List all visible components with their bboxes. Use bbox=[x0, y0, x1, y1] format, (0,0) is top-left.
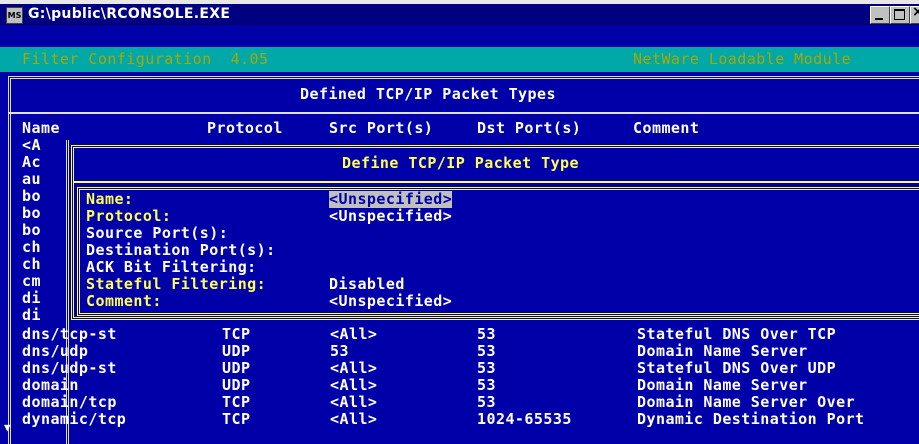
table-row-src[interactable]: 53 bbox=[330, 343, 349, 360]
col-comment-header[interactable]: Comment bbox=[633, 120, 699, 137]
table-row-name[interactable]: dns/tcp-st bbox=[22, 326, 117, 343]
table-row-src[interactable]: <All> bbox=[330, 377, 377, 394]
col-protocol-header[interactable]: Protocol bbox=[207, 120, 283, 137]
ms-dos-icon: MS bbox=[6, 7, 23, 24]
field-label: Source Port(s): bbox=[86, 224, 229, 242]
list-item-partial-name[interactable]: <A bbox=[22, 137, 41, 154]
table-row-protocol[interactable]: UDP bbox=[222, 360, 250, 377]
list-item-partial-name[interactable]: di bbox=[22, 290, 41, 307]
window-title: G:\public\RCONSOLE.EXE bbox=[28, 6, 231, 22]
table-row-src[interactable]: <All> bbox=[330, 326, 377, 343]
table-row-protocol[interactable]: TCP bbox=[222, 394, 250, 411]
table-row-name[interactable]: dynamic/tcp bbox=[22, 411, 126, 428]
module-type-label: NetWare Loadable Module bbox=[633, 50, 852, 68]
list-item-partial-name[interactable]: di bbox=[22, 307, 41, 324]
field-label: Name: bbox=[86, 190, 134, 208]
field-value[interactable]: <Unspecified> bbox=[329, 208, 452, 225]
table-row-src[interactable]: <All> bbox=[330, 360, 377, 377]
list-item-partial-name[interactable]: bo bbox=[22, 188, 41, 205]
table-row-name[interactable]: domain/tcp bbox=[22, 394, 117, 411]
minimize-button[interactable] bbox=[870, 6, 890, 24]
table-row-comment[interactable]: Stateful DNS Over UDP bbox=[637, 360, 836, 377]
field-value[interactable]: <Unspecified> bbox=[329, 293, 452, 310]
field-label: Destination Port(s): bbox=[86, 241, 276, 259]
table-row-dst[interactable]: 53 bbox=[477, 360, 496, 377]
field-value[interactable]: <Unspecified> bbox=[329, 191, 453, 208]
table-row-name[interactable]: dns/udp bbox=[22, 343, 88, 360]
table-row-protocol[interactable]: UDP bbox=[222, 343, 250, 360]
table-row-dst[interactable]: 53 bbox=[477, 326, 496, 343]
col-name-header[interactable]: Name bbox=[22, 120, 60, 137]
field-label: ACK Bit Filtering: bbox=[86, 258, 257, 276]
field-label: Protocol: bbox=[86, 207, 172, 225]
col-dst-ports-header[interactable]: Dst Port(s) bbox=[477, 120, 581, 137]
list-item-partial-name[interactable]: cm bbox=[22, 273, 41, 290]
maximize-button[interactable] bbox=[890, 6, 910, 24]
table-row-comment[interactable]: Stateful DNS Over TCP bbox=[637, 326, 836, 343]
field-label: Comment: bbox=[86, 292, 162, 310]
table-row-comment[interactable]: Domain Name Server bbox=[637, 343, 808, 360]
list-item-partial-name[interactable]: au bbox=[22, 171, 41, 188]
col-src-ports-header[interactable]: Src Port(s) bbox=[329, 120, 433, 137]
table-row-dst[interactable]: 53 bbox=[477, 343, 496, 360]
table-row-comment[interactable]: Domain Name Server Over bbox=[637, 394, 855, 411]
table-row-protocol[interactable]: UDP bbox=[222, 377, 250, 394]
table-row-dst[interactable]: 1024-65535 bbox=[477, 411, 572, 428]
table-row-name[interactable]: dns/udp-st bbox=[22, 360, 117, 377]
window-title-bar[interactable]: MS G:\public\RCONSOLE.EXE bbox=[0, 0, 919, 26]
table-row-comment[interactable]: Dynamic Destination Port bbox=[637, 411, 865, 428]
status-header: Filter Configuration 4.05 NetWare Loadab… bbox=[0, 47, 919, 72]
list-item-partial-name[interactable]: bo bbox=[22, 222, 41, 239]
rconsole-window: MS G:\public\RCONSOLE.EXE Filter Configu… bbox=[0, 0, 919, 444]
table-row-src[interactable]: <All> bbox=[330, 411, 377, 428]
scroll-down-icon[interactable]: ▼ bbox=[4, 419, 11, 436]
list-title-divider bbox=[8, 112, 919, 114]
table-row-name[interactable]: domain bbox=[22, 377, 79, 394]
close-button[interactable] bbox=[910, 4, 919, 24]
dialog-title-divider bbox=[74, 181, 919, 183]
field-label: Stateful Filtering: bbox=[86, 275, 267, 293]
table-row-dst[interactable]: 53 bbox=[477, 377, 496, 394]
app-name-version: Filter Configuration 4.05 bbox=[22, 50, 269, 68]
list-title: Defined TCP/IP Packet Types bbox=[300, 85, 556, 103]
list-item-partial-name[interactable]: Ac bbox=[22, 154, 41, 171]
list-item-partial-name[interactable]: ch bbox=[22, 239, 41, 256]
table-row-comment[interactable]: Domain Name Server bbox=[637, 377, 808, 394]
list-item-partial-name[interactable]: ch bbox=[22, 256, 41, 273]
dialog-title: Define TCP/IP Packet Type bbox=[342, 154, 580, 172]
field-value[interactable]: Disabled bbox=[329, 276, 405, 293]
table-row-protocol[interactable]: TCP bbox=[222, 411, 250, 428]
table-row-src[interactable]: <All> bbox=[330, 394, 377, 411]
table-row-protocol[interactable]: TCP bbox=[222, 326, 250, 343]
list-item-partial-name[interactable]: bo bbox=[22, 205, 41, 222]
table-row-dst[interactable]: 53 bbox=[477, 394, 496, 411]
